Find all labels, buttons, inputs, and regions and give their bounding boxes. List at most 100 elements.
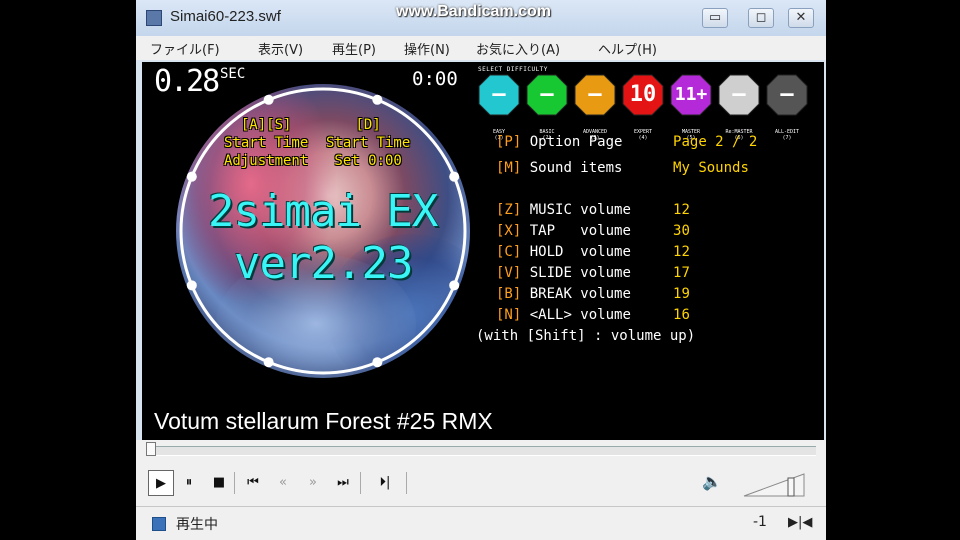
status-text: 再生中 (176, 517, 218, 533)
play-button[interactable]: ▶ (148, 470, 174, 496)
volume-slider[interactable] (742, 470, 806, 498)
option-page-row: [P] Option Page : Page 2 / 2 (496, 134, 758, 150)
app-title-line2: ver2.23 (234, 238, 413, 289)
title-bar[interactable]: Simai60-223.swf www.Bandicam.com ▭ ◻ ✕ (136, 0, 826, 36)
volume-key: [B] (496, 286, 522, 302)
start-set-key: [D] (355, 117, 381, 133)
volume-label: MUSIC volume (529, 202, 631, 218)
status-toggle[interactable]: ▶|◀ (788, 515, 812, 530)
menu-favorites[interactable]: お気に入り(A) (476, 39, 560, 58)
ring-button-dot (263, 94, 274, 105)
volume-value: 19 (673, 286, 690, 302)
difficulty-level: — (588, 82, 602, 107)
sound-items-key: [M] (496, 160, 522, 176)
separator (234, 472, 235, 494)
ring-button-dot (372, 357, 383, 368)
seek-thumb[interactable] (146, 442, 156, 456)
volume-value: 30 (673, 223, 690, 239)
difficulty-button[interactable]: — Re:MASTER (6) (718, 74, 760, 141)
ring-button-dot (186, 280, 197, 291)
difficulty-level: — (492, 82, 506, 107)
fast-forward-button[interactable]: » (300, 470, 326, 496)
start-adjust-key: [A][S] (240, 117, 292, 133)
start-adjust-line1: Start Time (224, 135, 309, 151)
app-title-line1: 2simai EX (208, 186, 438, 237)
volume-value: 12 (673, 244, 690, 260)
volume-key: [V] (496, 265, 522, 281)
document-icon (152, 517, 166, 531)
volume-label: HOLD volume (529, 244, 631, 260)
volume-row: [Z] MUSIC volume : 12 (496, 202, 690, 218)
select-difficulty-caption: SELECT DIFFICULTY (478, 66, 548, 73)
timer-unit: SEC (220, 66, 246, 82)
window-title: Simai60-223.swf (170, 8, 281, 25)
status-frame-offset: -1 (753, 514, 767, 530)
minimize-button[interactable]: ▭ (702, 8, 728, 28)
volume-label: BREAK volume (529, 286, 631, 302)
difficulty-button[interactable]: 11+ MASTER (5) (670, 74, 712, 141)
menu-control[interactable]: 操作(N) (404, 39, 450, 58)
volume-value: 16 (673, 307, 690, 323)
volume-key: [Z] (496, 202, 522, 218)
start-set-label: [D] Start Time Set 0:00 (326, 116, 410, 170)
volume-label: TAP volume (529, 223, 631, 239)
player-window: Simai60-223.swf www.Bandicam.com ▭ ◻ ✕ フ… (136, 0, 826, 540)
status-bar: 再生中 -1 ▶|◀ (136, 506, 826, 540)
volume-row: [V] SLIDE volume : 17 (496, 265, 690, 281)
stop-button[interactable]: ■ (206, 470, 232, 496)
volume-row: [C] HOLD volume : 12 (496, 244, 690, 260)
menu-bar: ファイル(F) 表示(V) 再生(P) 操作(N) お気に入り(A) ヘルプ(H… (136, 36, 826, 60)
menu-view[interactable]: 表示(V) (258, 39, 303, 58)
start-adjust-line2: Adjustment (224, 153, 309, 169)
seek-bar[interactable] (146, 442, 816, 456)
difficulty-button[interactable]: — ALL-EDIT (7) (766, 74, 808, 141)
ring-button-dot (372, 94, 383, 105)
speaker-icon[interactable]: 🔈 (702, 472, 722, 491)
difficulty-button[interactable]: — BASIC (2) (526, 74, 568, 141)
difficulty-level: 10 (629, 82, 657, 107)
start-set-line1: Start Time (326, 135, 411, 151)
ring-button-dot (186, 171, 197, 182)
player-controls: ▶ ⏸ ■ ⏮ « » ⏭ ⏵| 🔈 (136, 440, 826, 506)
next-button[interactable]: ⏭ (330, 470, 356, 496)
previous-button[interactable]: ⏮ (240, 470, 266, 496)
menu-play[interactable]: 再生(P) (332, 39, 376, 58)
difficulty-caption: ALL-EDIT (7) (774, 129, 800, 141)
shift-note: (with [Shift] : volume up) (476, 328, 696, 344)
frame-step-button[interactable]: ⏵| (372, 470, 398, 496)
option-page-key: [P] (496, 134, 522, 150)
option-page-value: Page 2 / 2 (673, 134, 758, 150)
volume-value: 17 (673, 265, 690, 281)
menu-help[interactable]: ヘルプ(H) (598, 39, 657, 58)
menu-file[interactable]: ファイル(F) (150, 39, 220, 58)
volume-label: <ALL> volume (529, 307, 631, 323)
difficulty-level: — (780, 82, 794, 107)
volume-label: SLIDE volume (529, 265, 631, 281)
difficulty-button[interactable]: 10 EXPERT (4) (622, 74, 664, 141)
volume-row: [X] TAP volume : 30 (496, 223, 690, 239)
sound-items-row: [M] Sound items : My Sounds (496, 160, 749, 176)
pause-button[interactable]: ⏸ (176, 470, 202, 496)
ring-button-dot (263, 357, 274, 368)
maximize-button[interactable]: ◻ (748, 8, 774, 28)
start-adjust-label: [A][S] Start Time Adjustment (224, 116, 308, 170)
separator (360, 472, 361, 494)
difficulty-level: — (732, 82, 746, 107)
ring-button-dot (449, 280, 460, 291)
separator (406, 472, 407, 494)
difficulty-button[interactable]: — EASY (1) (478, 74, 520, 141)
volume-key: [X] (496, 223, 522, 239)
volume-row: [B] BREAK volume : 19 (496, 286, 690, 302)
ring-button-dot (449, 171, 460, 182)
volume-key: [C] (496, 244, 522, 260)
difficulty-level: 11+ (674, 84, 708, 105)
start-set-line2: Set 0:00 (334, 153, 402, 169)
rewind-button[interactable]: « (270, 470, 296, 496)
flash-stage[interactable]: 0.28 SEC 0:00 [A][S] Start Time Adjustme… (142, 62, 824, 440)
sound-items-value: My Sounds (673, 160, 749, 176)
difficulty-level: — (540, 82, 554, 107)
difficulty-button[interactable]: — ADVANCED (3) (574, 74, 616, 141)
song-title: Votum stellarum Forest #25 RMX (154, 408, 493, 434)
volume-value: 12 (673, 202, 690, 218)
close-button[interactable]: ✕ (788, 8, 814, 28)
